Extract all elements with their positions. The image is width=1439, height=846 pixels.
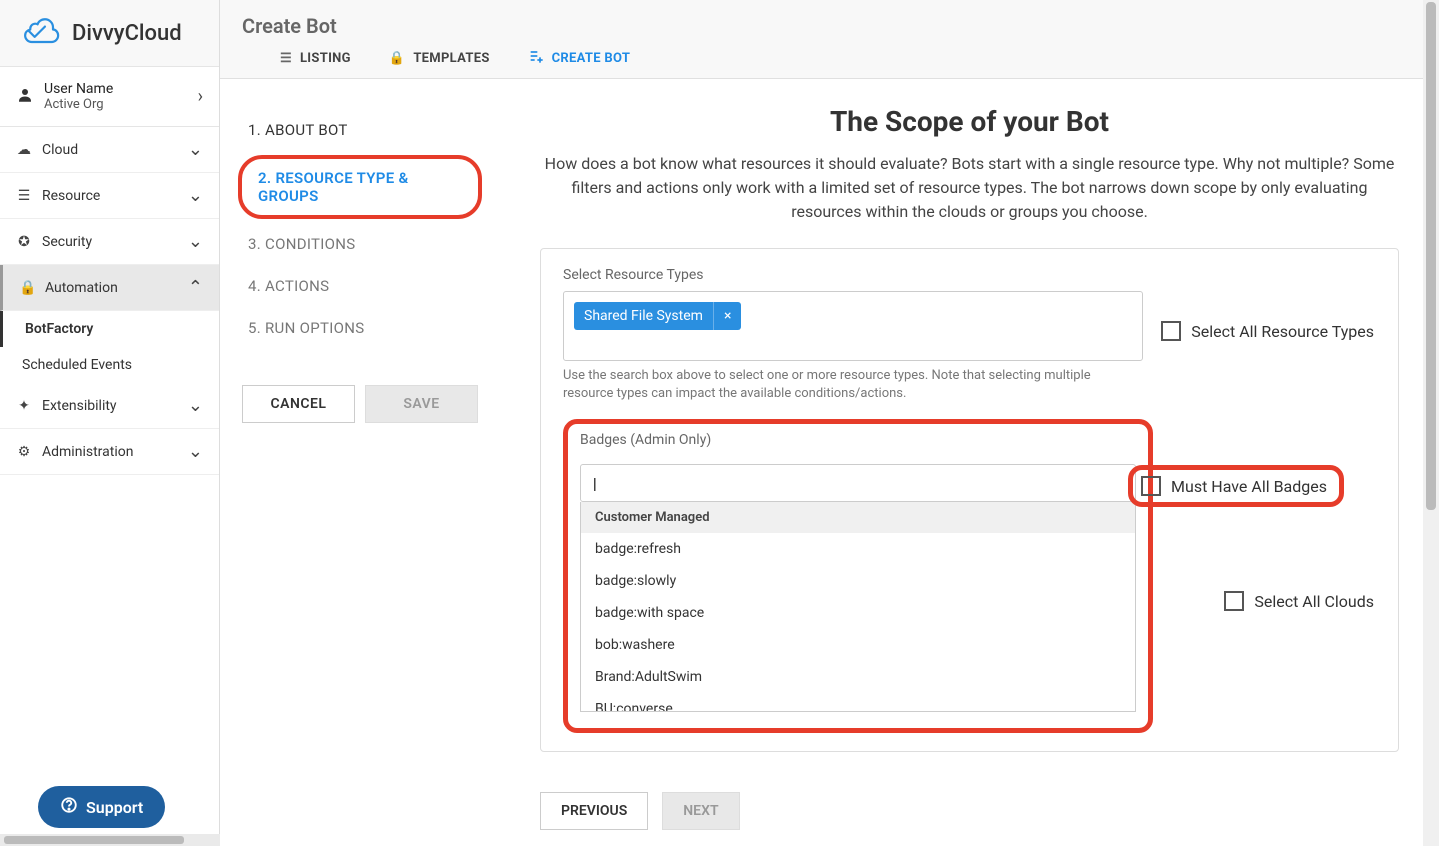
page-title: Create Bot — [220, 0, 1439, 48]
puzzle-icon: ✦ — [16, 398, 32, 414]
wizard-bottom-nav: PREVIOUS NEXT — [540, 792, 740, 830]
step-about-bot[interactable]: 1. ABOUT BOT — [238, 109, 482, 151]
checkbox-label: Select All Clouds — [1254, 592, 1374, 611]
badges-label: Badges (Admin Only) — [580, 432, 1136, 448]
tab-label: LISTING — [300, 51, 351, 66]
sidebar: DivvyCloud User Name Active Org › ☁ Cloud… — [0, 0, 220, 846]
resource-types-label: Select Resource Types — [563, 267, 1376, 283]
checkbox-label: Must Have All Badges — [1171, 477, 1327, 496]
checkbox-label: Select All Resource Types — [1191, 322, 1374, 341]
step-conditions[interactable]: 3. CONDITIONS — [238, 223, 482, 265]
sidebar-item-resource[interactable]: ☰ Resource ⌄ — [0, 173, 219, 219]
support-label: Support — [86, 798, 143, 817]
nav-label: Cloud — [42, 142, 78, 158]
select-all-clouds-row: Select All Clouds — [1224, 591, 1374, 611]
lock-icon: 🔒 — [389, 51, 406, 66]
next-button: NEXT — [662, 792, 739, 830]
list-icon: ☰ — [16, 188, 32, 204]
nav-label: Administration — [42, 444, 133, 460]
form-box: Select Resource Types Shared File System… — [540, 248, 1399, 752]
previous-button[interactable]: PREVIOUS — [540, 792, 648, 830]
step-run-options[interactable]: 5. RUN OPTIONS — [238, 307, 482, 349]
cloud-logo-icon — [20, 16, 64, 50]
chevron-right-icon: › — [198, 86, 203, 107]
dropdown-item[interactable]: badge:with space — [581, 597, 1135, 629]
user-org: Active Org — [44, 97, 113, 112]
vertical-scrollbar[interactable] — [1423, 0, 1439, 846]
dropdown-item[interactable]: badge:refresh — [581, 533, 1135, 565]
nav-label: Automation — [45, 280, 118, 296]
tab-create-bot[interactable]: CREATE BOT — [528, 48, 631, 68]
sidebar-item-extensibility[interactable]: ✦ Extensibility ⌄ — [0, 383, 219, 429]
select-all-resource-types-checkbox[interactable] — [1161, 321, 1181, 341]
add-list-icon — [528, 48, 544, 68]
save-button: SAVE — [365, 385, 478, 423]
sidebar-item-cloud[interactable]: ☁ Cloud ⌄ — [0, 127, 219, 173]
badges-section: Badges (Admin Only) Customer Managed bad… — [563, 419, 1153, 733]
user-icon — [16, 86, 34, 108]
dropdown-group-header: Customer Managed — [581, 502, 1135, 533]
tag-text: Shared File System — [574, 302, 713, 330]
cloud-icon: ☁ — [16, 142, 32, 158]
top-header: Create Bot ☰ LISTING 🔒 TEMPLATES CREATE … — [220, 0, 1439, 79]
list-icon: ☰ — [280, 51, 292, 66]
chevron-down-icon: ⌄ — [188, 231, 203, 252]
chevron-down-icon: ⌄ — [188, 185, 203, 206]
gear-icon: ⚙ — [16, 444, 32, 460]
sidebar-item-security[interactable]: ✪ Security ⌄ — [0, 219, 219, 265]
user-account-menu[interactable]: User Name Active Org › — [0, 67, 219, 127]
sidebar-item-administration[interactable]: ⚙ Administration ⌄ — [0, 429, 219, 475]
form-title: The Scope of your Bot — [540, 105, 1399, 138]
nav-label: Resource — [42, 188, 100, 204]
tab-listing[interactable]: ☰ LISTING — [280, 51, 351, 66]
tab-templates[interactable]: 🔒 TEMPLATES — [389, 51, 490, 66]
tag-remove-icon[interactable]: × — [713, 302, 741, 330]
logo-area: DivvyCloud — [0, 0, 219, 67]
sidebar-sub-botfactory[interactable]: BotFactory — [0, 311, 219, 347]
user-name: User Name — [44, 81, 113, 97]
step-actions[interactable]: 4. ACTIONS — [238, 265, 482, 307]
select-all-resource-types-row: Select All Resource Types — [1161, 321, 1374, 341]
must-have-all-badges-checkbox[interactable] — [1141, 476, 1161, 496]
select-all-clouds-checkbox[interactable] — [1224, 591, 1244, 611]
resource-help-text: Use the search box above to select one o… — [563, 367, 1123, 403]
chevron-down-icon: ⌄ — [188, 441, 203, 462]
sidebar-sub-scheduled-events[interactable]: Scheduled Events — [0, 347, 219, 383]
badges-input[interactable] — [580, 464, 1136, 502]
must-have-all-badges-row: Must Have All Badges — [1128, 465, 1344, 507]
support-button[interactable]: Support — [38, 786, 165, 828]
sidebar-item-automation[interactable]: 🔒 Automation ⌃ — [0, 265, 219, 311]
dropdown-item[interactable]: BU:converse — [581, 693, 1135, 712]
help-icon — [60, 796, 78, 818]
wizard-steps: 1. ABOUT BOT 2. RESOURCE TYPE & GROUPS 3… — [220, 79, 500, 846]
badges-dropdown: Customer Managed badge:refresh badge:slo… — [580, 502, 1136, 712]
form-area: The Scope of your Bot How does a bot kno… — [500, 79, 1439, 846]
tab-label: CREATE BOT — [552, 51, 631, 66]
dropdown-item[interactable]: badge:slowly — [581, 565, 1135, 597]
logo-text: DivvyCloud — [72, 21, 182, 46]
tab-label: TEMPLATES — [413, 51, 489, 66]
chevron-down-icon: ⌄ — [188, 395, 203, 416]
resource-types-select[interactable]: Shared File System × — [563, 291, 1143, 361]
resource-tag: Shared File System × — [574, 302, 741, 330]
dropdown-item[interactable]: Brand:AdultSwim — [581, 661, 1135, 693]
step-resource-type-groups[interactable]: 2. RESOURCE TYPE & GROUPS — [238, 155, 482, 219]
nav-label: Extensibility — [42, 398, 117, 414]
nav-label: Security — [42, 234, 92, 250]
lock-icon: 🔒 — [19, 280, 35, 296]
shield-icon: ✪ — [16, 234, 32, 250]
form-description: How does a bot know what resources it sh… — [540, 152, 1399, 224]
horizontal-scrollbar[interactable] — [0, 834, 220, 846]
chevron-down-icon: ⌄ — [188, 139, 203, 160]
chevron-up-icon: ⌃ — [188, 277, 203, 298]
dropdown-item[interactable]: bob:washere — [581, 629, 1135, 661]
cancel-button[interactable]: CANCEL — [242, 385, 355, 423]
